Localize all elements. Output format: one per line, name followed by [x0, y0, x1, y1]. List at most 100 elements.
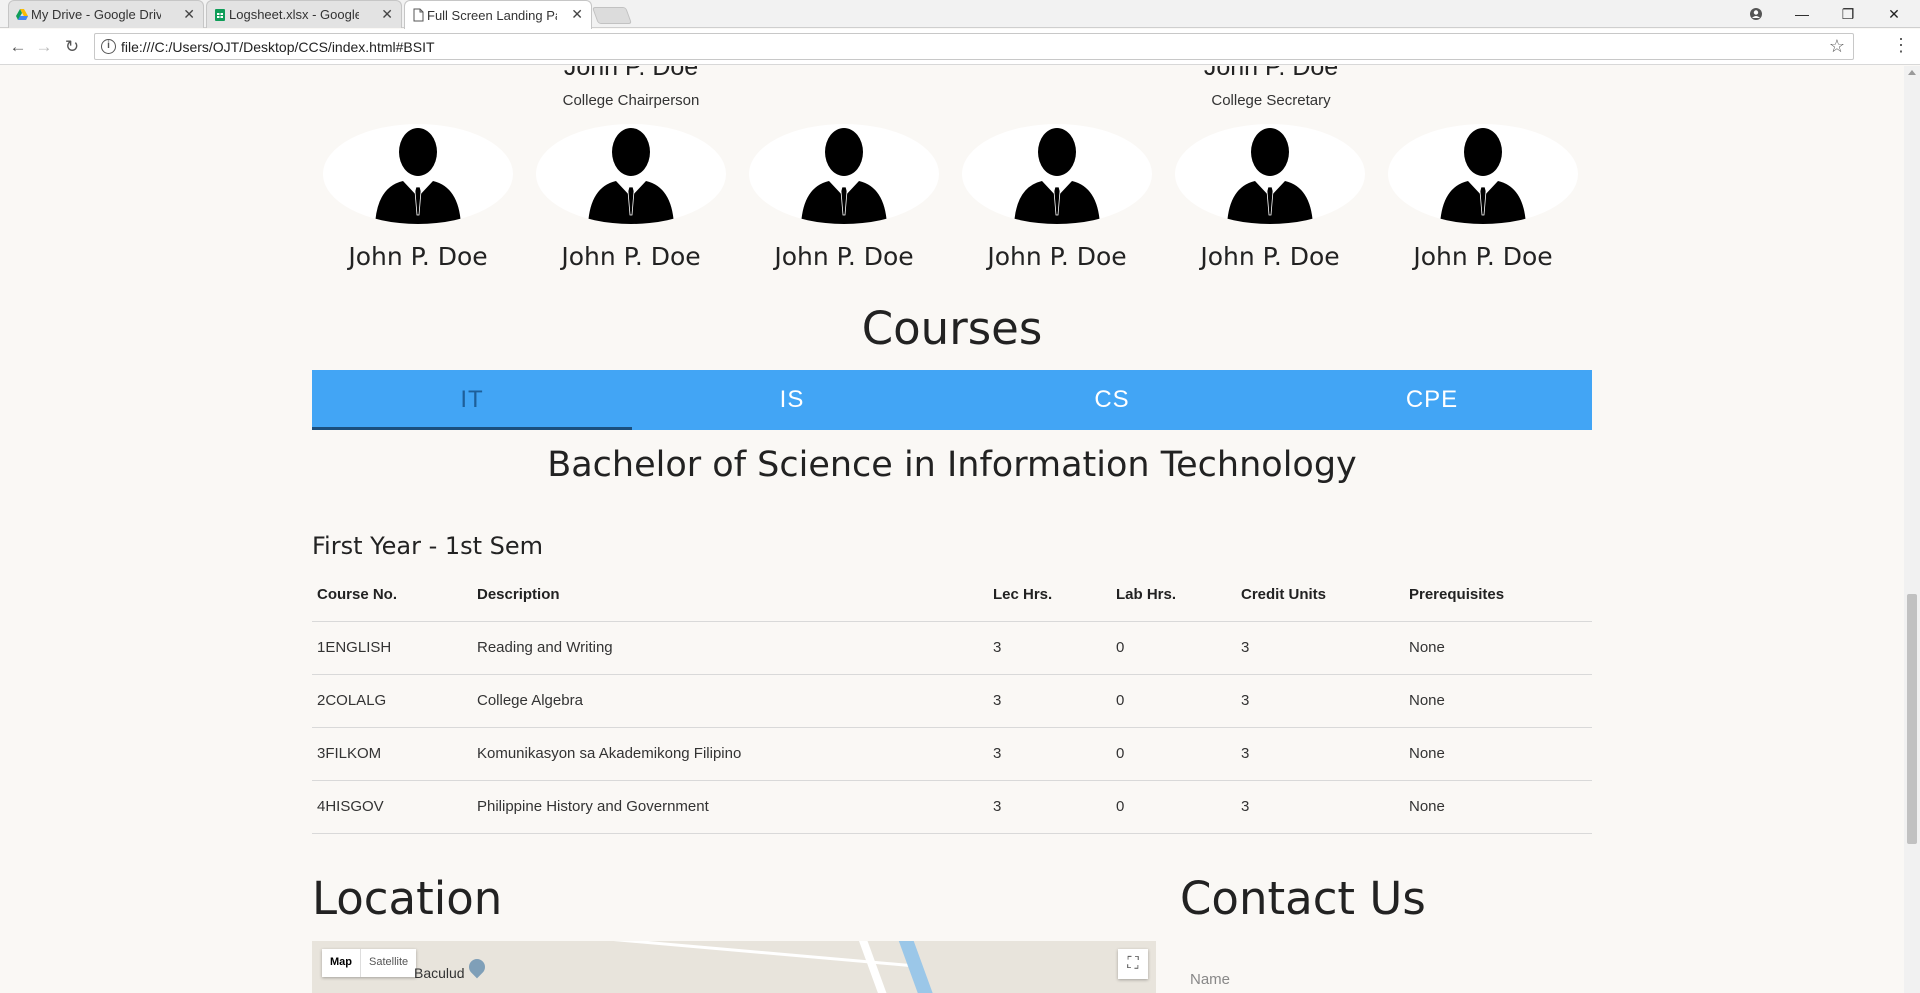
faculty-card: John P. Doe — [1164, 124, 1376, 271]
new-tab-button[interactable] — [591, 7, 633, 24]
officer-role-chairperson: College Chairperson — [562, 92, 700, 109]
faculty-name: John P. Doe — [987, 242, 1127, 271]
prerequisites: None — [1404, 780, 1592, 834]
faculty-card: John P. Doe — [1377, 124, 1589, 271]
course-table: Course No. Description Lec Hrs. Lab Hrs.… — [312, 568, 1592, 834]
back-icon[interactable]: ← — [6, 35, 30, 59]
officer-name-chairperson: John P. Doe — [563, 66, 699, 81]
close-tab-icon[interactable]: ✕ — [381, 6, 393, 23]
map-type-map-button[interactable]: Map — [322, 949, 361, 977]
course-description: Komunikasyon sa Akademikong Filipino — [472, 727, 988, 781]
close-tab-icon[interactable]: ✕ — [183, 6, 195, 23]
table-row: 1ENGLISH Reading and Writing 3 0 3 None — [312, 621, 1592, 675]
column-header: Lec Hrs. — [988, 568, 1111, 622]
address-bar[interactable]: i file:///C:/Users/OJT/Desktop/CCS/index… — [94, 33, 1854, 60]
reload-icon[interactable]: ↻ — [60, 35, 84, 59]
lab-hours: 0 — [1111, 780, 1236, 834]
map-type-satellite-button[interactable]: Satellite — [361, 949, 416, 977]
forward-icon[interactable]: → — [32, 35, 56, 59]
column-header: Course No. — [312, 568, 472, 622]
minimize-icon[interactable]: — — [1779, 0, 1825, 28]
tab-landing-page[interactable]: Full Screen Landing Page ✕ — [404, 0, 592, 29]
lec-hours: 3 — [988, 727, 1111, 781]
scroll-up-icon[interactable] — [1908, 70, 1916, 75]
tab-cpe[interactable]: CPE — [1272, 370, 1592, 430]
column-header: Prerequisites — [1404, 568, 1592, 622]
map-type-control: Map Satellite — [322, 949, 417, 977]
table-row: 3FILKOM Komunikasyon sa Akademikong Fili… — [312, 727, 1592, 781]
businessman-icon — [1014, 128, 1100, 224]
close-tab-icon[interactable]: ✕ — [571, 6, 583, 23]
column-header: Credit Units — [1236, 568, 1404, 622]
scrollbar-thumb[interactable] — [1907, 594, 1917, 844]
businessman-icon — [801, 128, 887, 224]
businessman-icon — [1227, 128, 1313, 224]
map-place-label: Baculud — [414, 965, 465, 981]
tab-label: My Drive - Google Drive — [31, 7, 161, 22]
credit-units: 3 — [1236, 621, 1404, 675]
google-drive-icon — [15, 8, 29, 22]
fullscreen-icon[interactable]: ⛶ — [1118, 949, 1148, 979]
course-no: 1ENGLISH — [312, 621, 472, 675]
location-map[interactable]: Map Satellite Baculud ⛶ — [312, 941, 1156, 993]
course-description: Philippine History and Government — [472, 780, 988, 834]
close-window-icon[interactable]: ✕ — [1871, 0, 1917, 28]
faculty-card: John P. Doe — [525, 124, 737, 271]
prerequisites: None — [1404, 674, 1592, 728]
avatar — [536, 124, 726, 224]
lab-hours: 0 — [1111, 674, 1236, 728]
faculty-card: John P. Doe — [951, 124, 1163, 271]
course-tabs: IT IS CS CPE — [312, 370, 1592, 430]
faculty-card: John P. Doe — [312, 124, 524, 271]
credit-units: 3 — [1236, 674, 1404, 728]
course-no: 4HISGOV — [312, 780, 472, 834]
lab-hours: 0 — [1111, 727, 1236, 781]
url-text: file:///C:/Users/OJT/Desktop/CCS/index.h… — [121, 38, 435, 55]
prerequisites: None — [1404, 727, 1592, 781]
course-description: College Algebra — [472, 674, 988, 728]
tab-label: Full Screen Landing Page — [427, 7, 557, 23]
lab-hours: 0 — [1111, 621, 1236, 675]
avatar — [1388, 124, 1578, 224]
table-row: 4HISGOV Philippine History and Governmen… — [312, 780, 1592, 834]
location-heading: Location — [312, 872, 503, 925]
tab-is[interactable]: IS — [632, 370, 952, 430]
officer-role-secretary: College Secretary — [1211, 92, 1331, 109]
lec-hours: 3 — [988, 621, 1111, 675]
tab-it[interactable]: IT — [312, 370, 632, 430]
restore-icon[interactable]: ❐ — [1825, 0, 1871, 28]
browser-menu-icon[interactable]: ⋮ — [1892, 35, 1910, 56]
profile-icon[interactable] — [1733, 0, 1779, 28]
faculty-name: John P. Doe — [774, 242, 914, 271]
browser-toolbar: ← → ↻ i file:///C:/Users/OJT/Desktop/CCS… — [0, 29, 1920, 65]
column-header: Lab Hrs. — [1111, 568, 1236, 622]
faculty-card: John P. Doe — [738, 124, 950, 271]
avatar — [323, 124, 513, 224]
table-header-row: Course No. Description Lec Hrs. Lab Hrs.… — [312, 568, 1592, 622]
courses-heading: Courses — [861, 302, 1043, 355]
businessman-icon — [1440, 128, 1526, 224]
tab-label: Logsheet.xlsx - Google Sheets — [229, 7, 359, 22]
page-viewport: John P. Doe College Chairperson John P. … — [0, 66, 1904, 993]
faculty-name: John P. Doe — [1413, 242, 1553, 271]
faculty-name: John P. Doe — [348, 242, 488, 271]
officer-name-secretary: John P. Doe — [1203, 66, 1339, 81]
avatar — [962, 124, 1152, 224]
prerequisites: None — [1404, 621, 1592, 675]
businessman-icon — [588, 128, 674, 224]
map-pin-icon[interactable] — [465, 955, 489, 979]
page-scrollbar[interactable] — [1904, 66, 1920, 993]
name-field[interactable]: Name — [1190, 971, 1230, 988]
lec-hours: 3 — [988, 780, 1111, 834]
lec-hours: 3 — [988, 674, 1111, 728]
credit-units: 3 — [1236, 727, 1404, 781]
column-header: Description — [472, 568, 988, 622]
tab-google-drive[interactable]: My Drive - Google Drive ✕ — [8, 0, 204, 28]
bookmark-star-icon[interactable]: ☆ — [1829, 36, 1845, 57]
tab-logsheet[interactable]: Logsheet.xlsx - Google Sheets ✕ — [206, 0, 402, 28]
faculty-name: John P. Doe — [1200, 242, 1340, 271]
info-icon[interactable]: i — [101, 39, 116, 54]
table-row: 2COLALG College Algebra 3 0 3 None — [312, 674, 1592, 728]
tab-cs[interactable]: CS — [952, 370, 1272, 430]
businessman-icon — [375, 128, 461, 224]
